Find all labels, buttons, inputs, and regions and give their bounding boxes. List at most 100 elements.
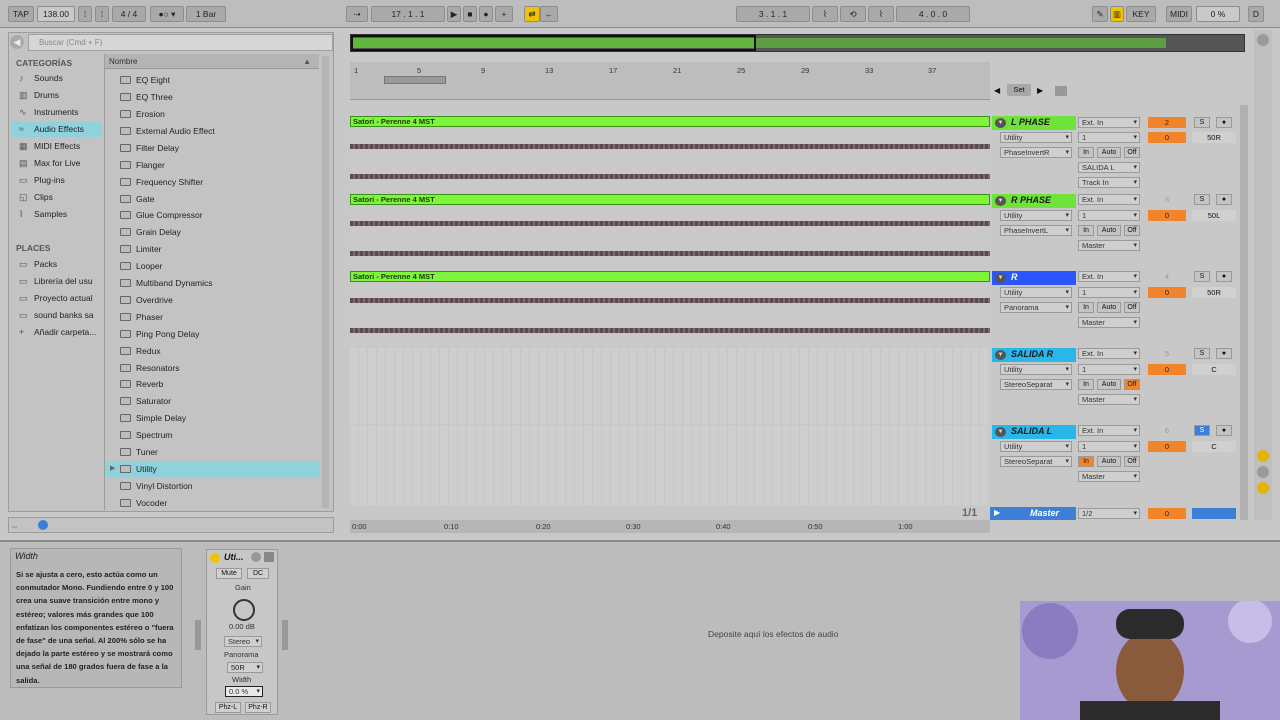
track-header-l-phase[interactable]: ▼ L PHASE: [992, 116, 1076, 130]
add-icon[interactable]: +: [495, 6, 513, 22]
sort-icon[interactable]: ▲: [303, 54, 311, 69]
solo-button[interactable]: S: [1194, 117, 1210, 128]
track-lane-r-phase[interactable]: Satori - Perenne 4 MST: [350, 194, 990, 270]
fold-track-icon[interactable]: ▼: [995, 273, 1006, 283]
track-number[interactable]: 4: [1148, 271, 1186, 282]
clip-header[interactable]: Satori - Perenne 4 MST: [350, 194, 990, 205]
monitor-in[interactable]: In: [1078, 379, 1094, 390]
track-number[interactable]: 6: [1148, 425, 1186, 436]
fold-icon[interactable]: [1055, 86, 1067, 96]
place-add-folder[interactable]: + Añadir carpeta...: [12, 325, 102, 340]
clip-header[interactable]: Satori - Perenne 4 MST: [350, 116, 990, 127]
audio-from-select[interactable]: Ext. In: [1078, 271, 1140, 282]
list-item[interactable]: External Audio Effect: [105, 123, 320, 139]
device-chooser[interactable]: Utility: [1000, 441, 1072, 452]
category-plugins[interactable]: ▭ Plug-ins: [12, 173, 102, 188]
monitor-off[interactable]: Off: [1124, 147, 1140, 158]
right-device-handle[interactable]: [282, 620, 288, 650]
monitor-auto[interactable]: Auto: [1097, 147, 1121, 158]
list-item[interactable]: Multiband Dynamics: [105, 275, 320, 291]
panorama-field[interactable]: 50R: [227, 662, 263, 673]
channel-select[interactable]: 1: [1078, 441, 1140, 452]
device-chooser[interactable]: PhaseInvertL: [1000, 225, 1072, 236]
audio-from-select[interactable]: Ext. In: [1078, 194, 1140, 205]
top-toggle-icon[interactable]: [1257, 34, 1269, 46]
search-input[interactable]: Buscar (Cmd + F): [28, 34, 333, 51]
monitor-off[interactable]: Off: [1124, 225, 1140, 236]
beat-ruler[interactable]: 1 5 9 13 17 21 25 29 33 37: [350, 62, 990, 100]
overview-viewport[interactable]: [351, 35, 756, 51]
arm-button[interactable]: ●: [1216, 271, 1232, 282]
category-max-for-live[interactable]: ▤ Max for Live: [12, 156, 102, 171]
pan-field[interactable]: 50R: [1192, 132, 1236, 143]
draw-mode-icon[interactable]: ✎: [1092, 6, 1108, 22]
master-pan[interactable]: [1192, 508, 1236, 519]
arrow-icon[interactable]: ←: [540, 6, 558, 22]
list-item[interactable]: Vinyl Distortion: [105, 478, 320, 494]
device-chooser[interactable]: StereoSeparat: [1000, 379, 1072, 390]
list-item[interactable]: Resonators: [105, 360, 320, 376]
collapse-icon[interactable]: ⇔: [10, 521, 24, 533]
track-lane-r[interactable]: Satori - Perenne 4 MST: [350, 271, 990, 347]
punch-in-icon[interactable]: ⌇: [812, 6, 838, 22]
monitor-auto[interactable]: Auto: [1097, 225, 1121, 236]
list-item-selected[interactable]: ▶ Utility: [105, 461, 320, 477]
list-item[interactable]: Limiter: [105, 241, 320, 257]
list-item[interactable]: Phaser: [105, 309, 320, 325]
volume-field[interactable]: 0: [1148, 210, 1186, 221]
key-map-button[interactable]: KEY: [1126, 6, 1156, 22]
track-header-salida-r[interactable]: ▼ SALIDA R: [992, 348, 1076, 362]
computer-keyboard-icon[interactable]: ▥: [1110, 6, 1124, 22]
nudge-up-icon[interactable]: ⁞: [95, 6, 109, 22]
monitor-auto[interactable]: Auto: [1097, 379, 1121, 390]
pan-field[interactable]: 50R: [1192, 287, 1236, 298]
expand-arrow-icon[interactable]: ▶: [110, 461, 115, 477]
loop-switch-icon[interactable]: ⟲: [840, 6, 866, 22]
play-icon[interactable]: ▶: [447, 6, 461, 22]
category-clips[interactable]: ◱ Clips: [12, 190, 102, 205]
preview-icon[interactable]: [38, 520, 48, 530]
list-item[interactable]: Gate: [105, 191, 320, 207]
list-item[interactable]: Simple Delay: [105, 410, 320, 426]
browser-toggle-icon[interactable]: ◀: [10, 35, 24, 49]
list-item[interactable]: Frequency Shifter: [105, 174, 320, 190]
channel-select[interactable]: 1: [1078, 132, 1140, 143]
phase-left-button[interactable]: Phz-L: [215, 702, 241, 713]
solo-button[interactable]: S: [1194, 271, 1210, 282]
clip-header[interactable]: Satori - Perenne 4 MST: [350, 271, 990, 282]
time-ruler[interactable]: 0:00 0:10 0:20 0:30 0:40 0:50 1:00: [350, 520, 990, 533]
arm-button[interactable]: ●: [1216, 425, 1232, 436]
device-chooser[interactable]: Utility: [1000, 132, 1072, 143]
device-menu-icon[interactable]: [251, 552, 261, 562]
audio-to-select[interactable]: Master: [1078, 394, 1140, 405]
list-item[interactable]: Vocoder: [105, 495, 320, 511]
loop-length-field[interactable]: 4 . 0 . 0: [896, 6, 970, 22]
track-lane-salida-r[interactable]: [350, 348, 990, 424]
quantize-select[interactable]: 1 Bar: [186, 6, 226, 22]
time-signature[interactable]: 4 / 4: [112, 6, 146, 22]
arrangement-overview[interactable]: [350, 34, 1245, 52]
list-item[interactable]: Erosion: [105, 106, 320, 122]
metronome-button[interactable]: ●○ ▾: [150, 6, 184, 22]
solo-button[interactable]: S: [1194, 348, 1210, 359]
dc-button[interactable]: DC: [247, 568, 269, 579]
place-user-library[interactable]: ▭ Librería del usu: [12, 274, 102, 289]
midi-map-button[interactable]: MIDI: [1166, 6, 1192, 22]
track-number[interactable]: 3: [1148, 194, 1186, 205]
phase-right-button[interactable]: Phz-R: [245, 702, 271, 713]
category-samples[interactable]: ⌇ Samples: [12, 207, 102, 222]
follow-button[interactable]: ⇢: [346, 6, 368, 22]
solo-button[interactable]: S: [1194, 194, 1210, 205]
monitor-off[interactable]: Off: [1124, 379, 1140, 390]
fold-track-icon[interactable]: ▼: [995, 196, 1006, 206]
monitor-auto[interactable]: Auto: [1097, 302, 1121, 313]
fold-track-icon[interactable]: ▼: [995, 427, 1006, 437]
monitor-auto[interactable]: Auto: [1097, 456, 1121, 467]
place-sound-banks[interactable]: ▭ sound banks sa: [12, 308, 102, 323]
monitor-in[interactable]: In: [1078, 225, 1094, 236]
volume-field[interactable]: 0: [1148, 441, 1186, 452]
audio-to-select[interactable]: Master: [1078, 471, 1140, 482]
category-sounds[interactable]: ♪ Sounds: [12, 71, 102, 86]
stop-icon[interactable]: ■: [463, 6, 477, 22]
arm-button[interactable]: ●: [1216, 348, 1232, 359]
